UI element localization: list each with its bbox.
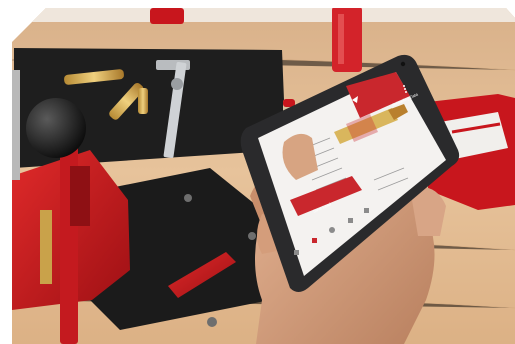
tab-search-icon[interactable]	[348, 218, 353, 223]
tab-edit-icon[interactable]	[312, 238, 317, 243]
red-cap-back	[150, 8, 184, 24]
tab-settings-icon[interactable]	[364, 208, 369, 213]
photo-scene	[12, 8, 515, 344]
powder-bottle	[332, 8, 362, 72]
tab-home-icon[interactable]	[329, 227, 335, 233]
tab-list-icon[interactable]	[294, 250, 299, 255]
back-wall	[12, 8, 515, 22]
front-camera	[400, 61, 406, 67]
photo-frame: Reloading Data Save Load	[12, 8, 515, 344]
